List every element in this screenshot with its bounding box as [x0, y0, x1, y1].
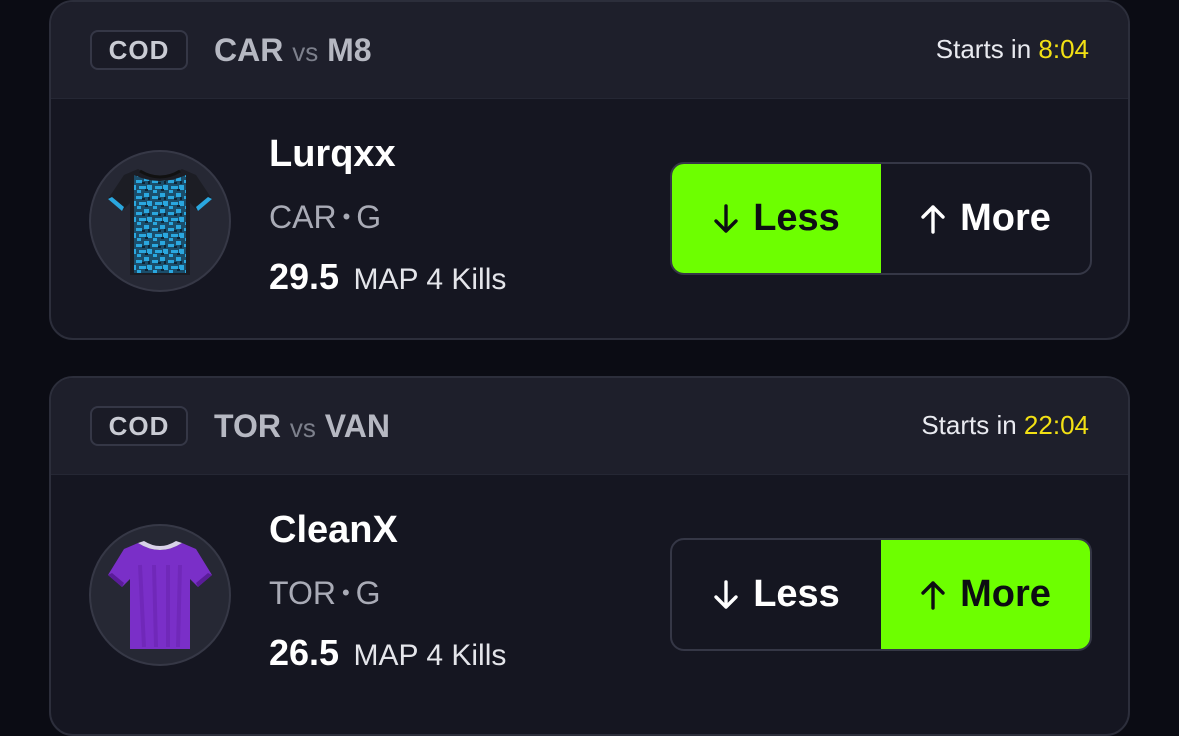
vs-label: vs	[292, 37, 319, 67]
separator-dot: •	[342, 204, 351, 229]
jersey-purple-icon	[108, 541, 212, 649]
arrow-up-icon	[920, 580, 946, 610]
player-position: G	[355, 575, 381, 611]
league-badge: COD	[90, 406, 188, 446]
player-avatar	[89, 150, 231, 292]
arrow-down-icon	[713, 579, 739, 610]
arrow-up-icon	[920, 204, 946, 234]
player-name: Lurqxx	[269, 133, 396, 175]
matchup: CAR vs M8	[214, 32, 372, 69]
arrow-down-icon	[713, 203, 739, 234]
stat-type: MAP 4 Kills	[353, 263, 507, 296]
card-header: COD CAR vs M8 Starts in 8:04	[51, 2, 1128, 99]
player-name: CleanX	[269, 509, 398, 551]
stat-type: MAP 4 Kills	[353, 639, 507, 672]
card-header: COD TOR vs VAN Starts in 22:04	[51, 378, 1128, 475]
less-button[interactable]: Less	[672, 540, 881, 649]
projection-line: 29.5 MAP 4 Kills	[269, 256, 506, 298]
team-away: VAN	[324, 408, 390, 444]
team-home: TOR	[214, 408, 281, 444]
more-button[interactable]: More	[881, 540, 1090, 649]
starts-time: 22:04	[1023, 410, 1089, 440]
player-meta: CAR • G	[269, 199, 381, 236]
line-value: 29.5	[269, 256, 340, 297]
projection-card-lurqxx[interactable]: COD CAR vs M8 Starts in 8:04 Lurqxx CAR …	[49, 0, 1130, 340]
player-meta: TOR • G	[269, 575, 381, 612]
player-team: CAR	[269, 199, 337, 235]
more-label: More	[960, 197, 1051, 239]
starts-label: Starts in	[921, 410, 1017, 440]
start-countdown: Starts in 22:04	[921, 410, 1089, 441]
jersey-blue-camo-icon	[108, 169, 212, 275]
line-value: 26.5	[269, 632, 340, 673]
more-button[interactable]: More	[881, 164, 1090, 273]
less-button[interactable]: Less	[672, 164, 881, 273]
player-avatar	[89, 524, 231, 666]
vs-label: vs	[289, 413, 316, 443]
projection-line: 26.5 MAP 4 Kills	[269, 632, 506, 674]
more-label: More	[960, 573, 1051, 615]
separator-dot: •	[341, 580, 350, 605]
player-position: G	[356, 199, 382, 235]
league-badge: COD	[90, 30, 188, 70]
projection-card-cleanx[interactable]: COD TOR vs VAN Starts in 22:04 CleanX TO…	[49, 376, 1130, 736]
matchup: TOR vs VAN	[214, 408, 390, 445]
team-away: M8	[327, 32, 372, 68]
team-home: CAR	[214, 32, 284, 68]
starts-time: 8:04	[1038, 34, 1089, 64]
player-team: TOR	[269, 575, 336, 611]
start-countdown: Starts in 8:04	[936, 34, 1089, 65]
starts-label: Starts in	[935, 34, 1032, 64]
pick-toggle: Less More	[670, 538, 1092, 651]
pick-toggle: Less More	[670, 162, 1092, 275]
less-label: Less	[753, 197, 840, 239]
less-label: Less	[753, 573, 840, 615]
